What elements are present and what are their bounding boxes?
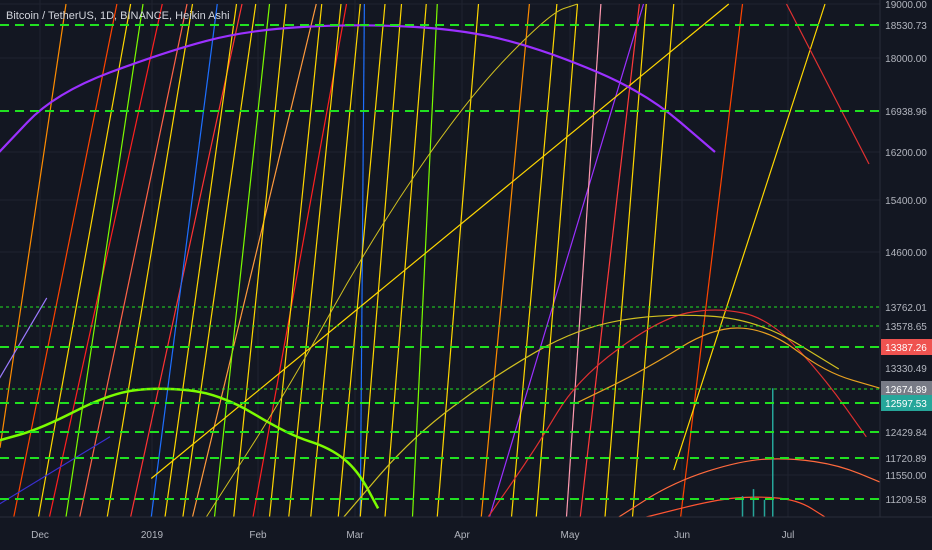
time-tick-1: 2019	[141, 530, 164, 541]
time-tick-7: Jul	[782, 530, 795, 541]
time-tick-3: Mar	[346, 530, 364, 541]
level-price-label-3: 13578.65	[885, 322, 927, 333]
price-tick-3: 15400.00	[885, 196, 927, 207]
time-tick-0: Dec	[31, 530, 49, 541]
chart-title: Bitcoin / TetherUS, 1D, BINANCE, Heikin …	[6, 10, 230, 22]
level-price-label-8: 12429.84	[885, 428, 927, 439]
time-tick-6: Jun	[674, 530, 690, 541]
level-price-label-9: 11720.89	[886, 454, 927, 465]
price-tick-1: 18000.00	[885, 54, 927, 65]
level-price-label-10: 11209.58	[886, 495, 927, 506]
level-price-label-2: 13762.01	[885, 303, 927, 314]
price-tick-2: 16200.00	[885, 148, 927, 159]
time-tick-4: Apr	[454, 530, 470, 541]
time-tick-2: Feb	[249, 530, 267, 541]
level-price-label-6: 12674.89	[885, 385, 927, 396]
chart-root: 19000.00 18000.00 16200.00 15400.00 14600.00…	[0, 0, 932, 550]
price-tick-5: 11550.00	[886, 471, 927, 482]
price-tick-0: 19000.00	[885, 0, 927, 11]
level-price-label-4: 13387.26	[885, 343, 927, 354]
price-tick-4: 14600.00	[885, 248, 927, 259]
level-price-label-7: 12597.53	[885, 399, 927, 410]
level-price-label-0: 18530.73	[885, 21, 927, 32]
time-tick-5: May	[561, 530, 580, 541]
price-chart[interactable]: 19000.00 18000.00 16200.00 15400.00 14600.00…	[0, 0, 932, 550]
level-price-label-1: 16938.96	[885, 107, 927, 118]
level-price-label-5: 13330.49	[885, 364, 927, 375]
